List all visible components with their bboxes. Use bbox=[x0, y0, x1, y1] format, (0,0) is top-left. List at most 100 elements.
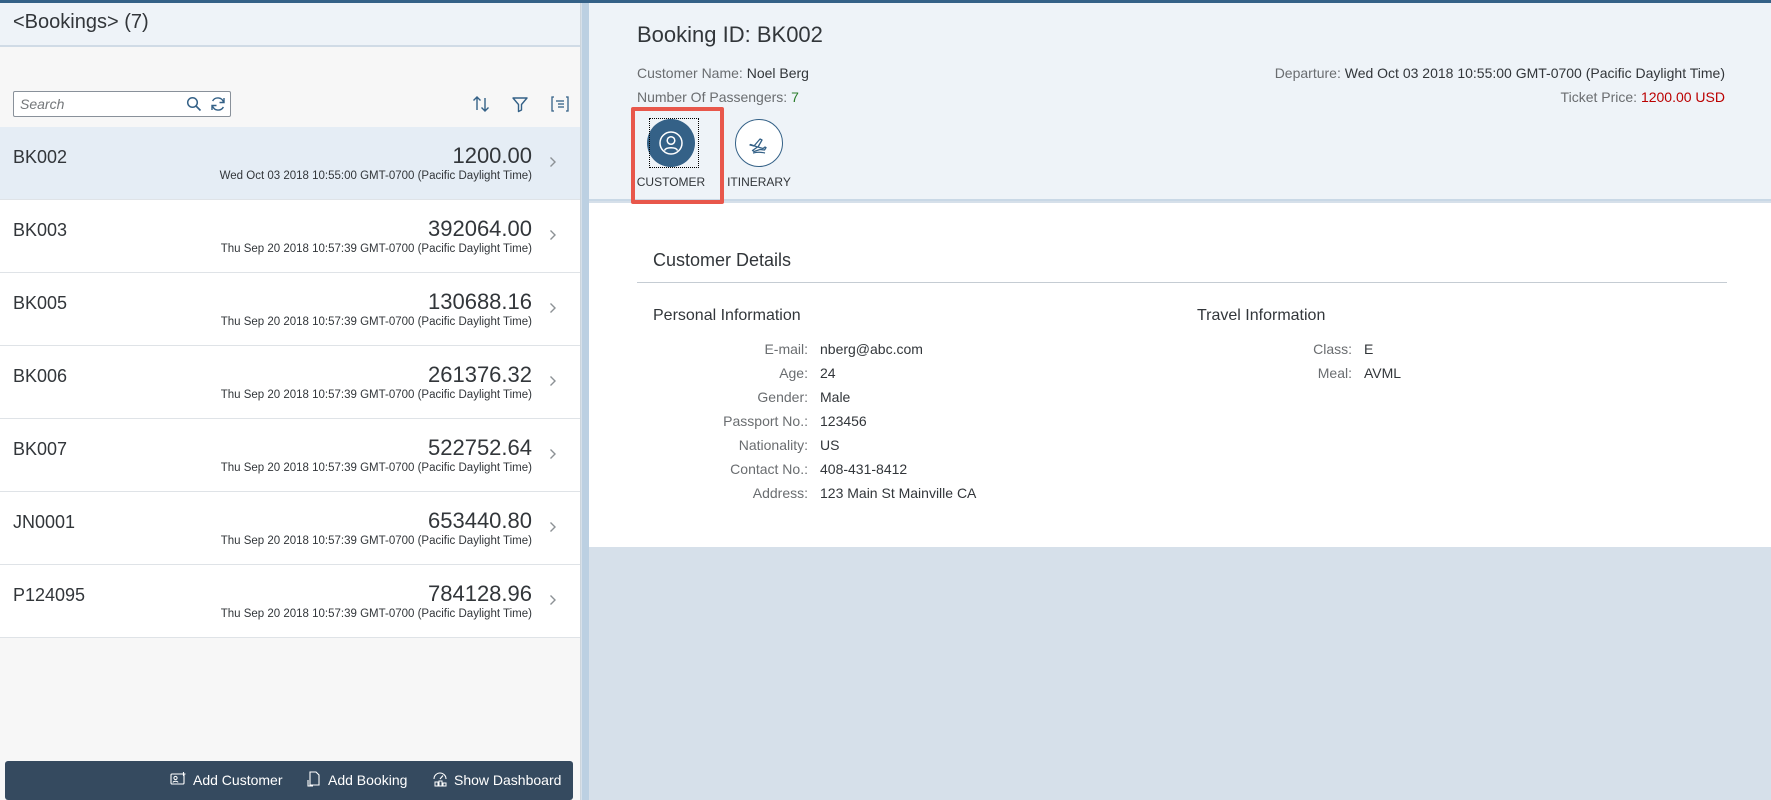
departure-label: Departure: bbox=[1274, 65, 1341, 81]
tab-itinerary-label: ITINERARY bbox=[727, 175, 791, 189]
booking-id: JN0001 bbox=[13, 512, 76, 532]
booking-date: Wed Oct 03 2018 10:55:00 GMT-0700 (Pacif… bbox=[219, 170, 532, 182]
highlight-annotation bbox=[631, 107, 724, 204]
chevron-right-icon bbox=[546, 374, 560, 388]
add-booking-button[interactable]: Add Booking bbox=[307, 769, 407, 791]
form-field-meal: Meal: AVML bbox=[589, 365, 1401, 385]
booking-id: BK002 bbox=[13, 147, 68, 167]
chevron-right-icon bbox=[546, 228, 560, 242]
pane-divider bbox=[582, 3, 589, 800]
form-field-class: Class: E bbox=[589, 341, 1373, 361]
booking-date: Thu Sep 20 2018 10:57:39 GMT-0700 (Pacif… bbox=[220, 243, 532, 255]
booking-list-item[interactable]: P124095 784128.96 Thu Sep 20 2018 10:57:… bbox=[0, 565, 580, 638]
field-value: E bbox=[1364, 341, 1374, 357]
field-label: Meal: bbox=[1317, 365, 1352, 381]
field-label: Address: bbox=[752, 485, 808, 501]
detail-pane: Booking ID: BK002 Customer Name: Noel Be… bbox=[582, 3, 1771, 800]
booking-date: Thu Sep 20 2018 10:57:39 GMT-0700 (Pacif… bbox=[220, 535, 532, 547]
field-value: 123 Main St Mainville CA bbox=[820, 485, 977, 501]
airplane-icon bbox=[735, 119, 783, 167]
master-header: <Bookings> (7) bbox=[0, 3, 580, 47]
field-label: Contact No.: bbox=[730, 461, 808, 477]
booking-amount: 653440.80 bbox=[428, 508, 532, 533]
show-dashboard-label: Show Dashboard bbox=[454, 772, 562, 788]
chevron-right-icon bbox=[546, 520, 560, 534]
passengers-value: 7 bbox=[791, 89, 799, 105]
customer-details-section: Customer Details Personal Information Tr… bbox=[589, 203, 1771, 547]
booking-id: BK007 bbox=[13, 439, 68, 459]
field-value: 408-431-8412 bbox=[820, 461, 908, 477]
booking-date: Thu Sep 20 2018 10:57:39 GMT-0700 (Pacif… bbox=[220, 608, 532, 620]
field-label: Class: bbox=[1313, 341, 1352, 357]
master-pane: <Bookings> (7) BK002 1200.00 Wed Oct 03 … bbox=[0, 3, 581, 800]
master-subheader bbox=[0, 47, 580, 127]
passengers-attribute: Number Of Passengers: 7 bbox=[637, 89, 799, 105]
field-label: Passport No.: bbox=[723, 413, 808, 429]
booking-amount: 522752.64 bbox=[428, 435, 532, 460]
section-title: Customer Details bbox=[653, 250, 792, 270]
search-input[interactable] bbox=[20, 95, 170, 113]
booking-list-item[interactable]: BK005 130688.16 Thu Sep 20 2018 10:57:39… bbox=[0, 273, 580, 346]
booking-id: BK006 bbox=[13, 366, 68, 386]
add-person-icon bbox=[170, 771, 187, 789]
booking-list-item[interactable]: BK006 261376.32 Thu Sep 20 2018 10:57:39… bbox=[0, 346, 580, 419]
booking-amount: 1200.00 bbox=[452, 143, 532, 168]
form-field-gender: Gender: Male bbox=[589, 389, 850, 409]
section-divider bbox=[637, 282, 1727, 283]
personal-info-title: Personal Information bbox=[653, 307, 801, 324]
booking-list: BK002 1200.00 Wed Oct 03 2018 10:55:00 G… bbox=[0, 127, 580, 638]
chevron-right-icon bbox=[546, 155, 560, 169]
field-value: Male bbox=[820, 389, 851, 405]
refresh-icon[interactable] bbox=[207, 94, 229, 114]
booking-amount: 392064.00 bbox=[428, 216, 532, 241]
ticket-price-label: Ticket Price: bbox=[1560, 89, 1638, 105]
passengers-label: Number Of Passengers: bbox=[637, 89, 788, 105]
booking-date: Thu Sep 20 2018 10:57:39 GMT-0700 (Pacif… bbox=[220, 316, 532, 328]
add-customer-label: Add Customer bbox=[193, 772, 283, 788]
booking-amount: 261376.32 bbox=[428, 362, 532, 387]
field-label: Gender: bbox=[757, 389, 808, 405]
departure-value: Wed Oct 03 2018 10:55:00 GMT-0700 (Pacif… bbox=[1344, 65, 1725, 81]
form-field-address: Address: 123 Main St Mainville CA bbox=[589, 485, 977, 505]
master-footer-toolbar: Add Customer Add Booking Show Dashboard bbox=[5, 761, 573, 800]
customer-name-attribute: Customer Name: Noel Berg bbox=[637, 65, 809, 81]
master-title: <Bookings> (7) bbox=[13, 11, 149, 33]
booking-list-item[interactable]: BK003 392064.00 Thu Sep 20 2018 10:57:39… bbox=[0, 200, 580, 273]
field-value: US bbox=[820, 437, 840, 453]
search-field[interactable] bbox=[13, 91, 231, 117]
departure-attribute: Departure: Wed Oct 03 2018 10:55:00 GMT-… bbox=[1275, 65, 1725, 81]
ticket-price-attribute: Ticket Price: 1200.00 USD bbox=[1561, 89, 1725, 105]
booking-id: BK005 bbox=[13, 293, 68, 313]
customer-name-label: Customer Name: bbox=[637, 65, 743, 81]
add-customer-button[interactable]: Add Customer bbox=[170, 769, 282, 791]
booking-list-item[interactable]: JN0001 653440.80 Thu Sep 20 2018 10:57:3… bbox=[0, 492, 580, 565]
filter-icon[interactable] bbox=[507, 91, 533, 117]
sort-icon[interactable] bbox=[468, 91, 494, 117]
form-field-contact: Contact No.: 408-431-8412 bbox=[589, 461, 907, 481]
booking-amount: 130688.16 bbox=[428, 289, 532, 314]
field-value: 123456 bbox=[820, 413, 867, 429]
booking-list-item[interactable]: BK007 522752.64 Thu Sep 20 2018 10:57:39… bbox=[0, 419, 580, 492]
form-field-passport: Passport No.: 123456 bbox=[589, 413, 867, 433]
booking-id: P124095 bbox=[13, 585, 86, 605]
search-icon[interactable] bbox=[183, 94, 205, 114]
ticket-price-value: 1200.00 USD bbox=[1640, 89, 1725, 105]
booking-title: Booking ID: BK002 bbox=[637, 22, 823, 47]
group-icon[interactable] bbox=[547, 91, 573, 117]
chevron-right-icon bbox=[546, 301, 560, 315]
show-dashboard-button[interactable]: Show Dashboard bbox=[432, 769, 561, 791]
booking-id: BK003 bbox=[13, 220, 68, 240]
chevron-right-icon bbox=[546, 593, 560, 607]
form-field-nationality: Nationality: US bbox=[589, 437, 840, 457]
field-value: AVML bbox=[1364, 365, 1402, 381]
booking-list-item[interactable]: BK002 1200.00 Wed Oct 03 2018 10:55:00 G… bbox=[0, 127, 580, 200]
booking-date: Thu Sep 20 2018 10:57:39 GMT-0700 (Pacif… bbox=[220, 389, 532, 401]
add-document-icon bbox=[307, 770, 322, 790]
object-header: Booking ID: BK002 Customer Name: Noel Be… bbox=[589, 3, 1771, 201]
field-label: Nationality: bbox=[738, 437, 808, 453]
booking-date: Thu Sep 20 2018 10:57:39 GMT-0700 (Pacif… bbox=[220, 462, 532, 474]
booking-amount: 784128.96 bbox=[428, 581, 532, 606]
tab-itinerary[interactable]: ITINERARY bbox=[719, 119, 799, 189]
add-booking-label: Add Booking bbox=[328, 772, 408, 788]
dashboard-icon bbox=[432, 771, 448, 790]
